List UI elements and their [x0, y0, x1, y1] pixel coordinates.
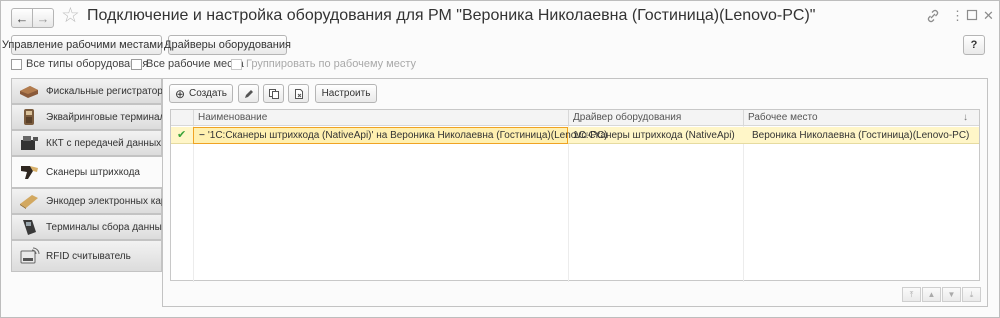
all-workplaces-label: Все рабочие места	[146, 58, 244, 70]
last-icon: ⤓	[969, 289, 974, 299]
help-label: ?	[970, 39, 978, 51]
copy-icon	[268, 88, 279, 99]
delete-document-icon	[294, 88, 303, 99]
card-encoder-icon	[20, 195, 38, 209]
previous-button[interactable]: ▲	[922, 287, 941, 302]
first-page-button[interactable]: ⤒	[902, 287, 921, 302]
sort-arrow-icon[interactable]: ↓	[959, 110, 979, 126]
column-header-workplace[interactable]: Рабочее место	[743, 110, 963, 126]
close-icon[interactable]: ✕	[983, 9, 994, 23]
all-workplaces-checkbox[interactable]: Все рабочие места	[131, 58, 244, 70]
row-name: '1С:Сканеры штрихкода (NativeApi)' на Ве…	[207, 130, 608, 141]
tab-label: RFID считыватель	[46, 250, 131, 262]
link-icon[interactable]	[926, 9, 940, 26]
plus-circle-icon: ⊕	[174, 86, 186, 101]
tab-label: ККТ с передачей данных	[46, 137, 162, 149]
equipment-settings-window: ← → ☆ Подключение и настройка оборудован…	[0, 0, 1000, 318]
maximize-icon[interactable]	[966, 9, 978, 24]
row-workplace-cell[interactable]: Вероника Николаевна (Гостиница)(Lenovo-P…	[743, 127, 979, 144]
tab-label: Эквайринговые терминалы	[46, 111, 173, 123]
arrow-left-icon: ←	[15, 10, 29, 26]
create-label: Создать	[189, 88, 228, 99]
configure-label: Настроить	[321, 88, 371, 99]
equipment-drivers-label: Драйверы оборудования	[164, 39, 291, 51]
page-title: Подключение и настройка оборудования для…	[87, 7, 816, 24]
configure-button[interactable]: Настроить	[315, 84, 377, 103]
tab-acquiring-terminals[interactable]: Эквайринговые терминалы	[11, 104, 173, 130]
column-header-name[interactable]: Наименование	[193, 110, 568, 126]
pencil-icon	[244, 89, 253, 98]
equipment-drivers-button[interactable]: Драйверы оборудования	[164, 35, 291, 55]
equipment-list-panel: ⊕ Создать Настроить Наименование Драйвер…	[162, 78, 988, 307]
checkbox-box[interactable]	[131, 58, 142, 70]
checkbox-box	[231, 58, 242, 70]
group-by-workplace-checkbox: Группировать по рабочему месту	[231, 58, 416, 70]
tab-label: Энкодер электронных карт	[46, 195, 171, 207]
manage-workplaces-label: Управление рабочими местами	[1, 39, 164, 51]
row-driver-cell[interactable]: 1С:Сканеры штрихкода (NativeApi)	[568, 127, 743, 144]
all-types-label: Все типы оборудования	[26, 58, 149, 70]
down-icon: ▼	[947, 290, 956, 299]
tab-kkt[interactable]: ККТ с передачей данных	[11, 130, 162, 156]
tab-label: Фискальные регистраторы	[46, 85, 171, 97]
up-icon: ▲	[927, 290, 936, 299]
group-by-workplace-label: Группировать по рабочему месту	[246, 58, 417, 70]
help-button[interactable]: ?	[963, 35, 985, 55]
edit-button[interactable]	[238, 84, 259, 103]
next-button[interactable]: ▼	[942, 287, 961, 302]
forward-button[interactable]: →	[32, 8, 54, 28]
table-header: Наименование Драйвер оборудования Рабоче…	[171, 110, 979, 126]
acquiring-terminal-icon	[24, 109, 34, 125]
tab-card-encoder[interactable]: Энкодер электронных карт	[11, 188, 171, 214]
star-icon[interactable]: ☆	[61, 4, 80, 28]
row-name-cell[interactable]: − '1С:Сканеры штрихкода (NativeApi)' на В…	[193, 127, 607, 144]
copy-button[interactable]	[263, 84, 284, 103]
column-header-driver[interactable]: Драйвер оборудования	[568, 110, 743, 126]
manage-workplaces-button[interactable]: Управление рабочими местами ▾	[2, 35, 171, 55]
checkbox-box[interactable]	[11, 58, 22, 70]
table-row[interactable]: ✔ − '1С:Сканеры штрихкода (NativeApi)' на…	[171, 127, 979, 144]
tab-data-terminals[interactable]: Терминалы сбора данных	[11, 214, 167, 240]
cash-register-icon	[21, 136, 38, 150]
minus-icon: −	[199, 130, 205, 141]
all-types-checkbox[interactable]: Все типы оборудования	[11, 58, 148, 70]
equipment-table: Наименование Драйвер оборудования Рабоче…	[170, 109, 980, 282]
create-button[interactable]: ⊕ Создать	[169, 84, 233, 103]
last-page-button[interactable]: ⤓	[962, 287, 981, 302]
tab-fiscal-registers[interactable]: Фискальные регистраторы	[11, 78, 170, 104]
tab-rfid-reader[interactable]: RFID считыватель	[11, 240, 162, 272]
fiscal-printer-icon	[20, 86, 38, 98]
tab-label: Терминалы сбора данных	[46, 221, 167, 233]
data-terminal-icon	[23, 220, 36, 235]
tab-label: Сканеры штрихкода	[46, 166, 140, 178]
barcode-scanner-icon	[21, 166, 38, 179]
equipment-type-tabs: Фискальные регистраторы Эквайринговые те…	[11, 78, 173, 274]
title-bar: ← → ☆ Подключение и настройка оборудован…	[1, 1, 999, 33]
more-vertical-icon[interactable]: ⋮	[951, 9, 964, 23]
back-button[interactable]: ←	[11, 8, 33, 28]
checkmark-icon: ✔	[177, 129, 187, 141]
arrow-right-icon: →	[36, 10, 50, 26]
mark-delete-button[interactable]	[288, 84, 309, 103]
first-icon: ⤒	[909, 289, 914, 299]
rfid-reader-icon	[20, 247, 40, 264]
tab-barcode-scanners[interactable]: Сканеры штрихкода	[11, 156, 163, 188]
